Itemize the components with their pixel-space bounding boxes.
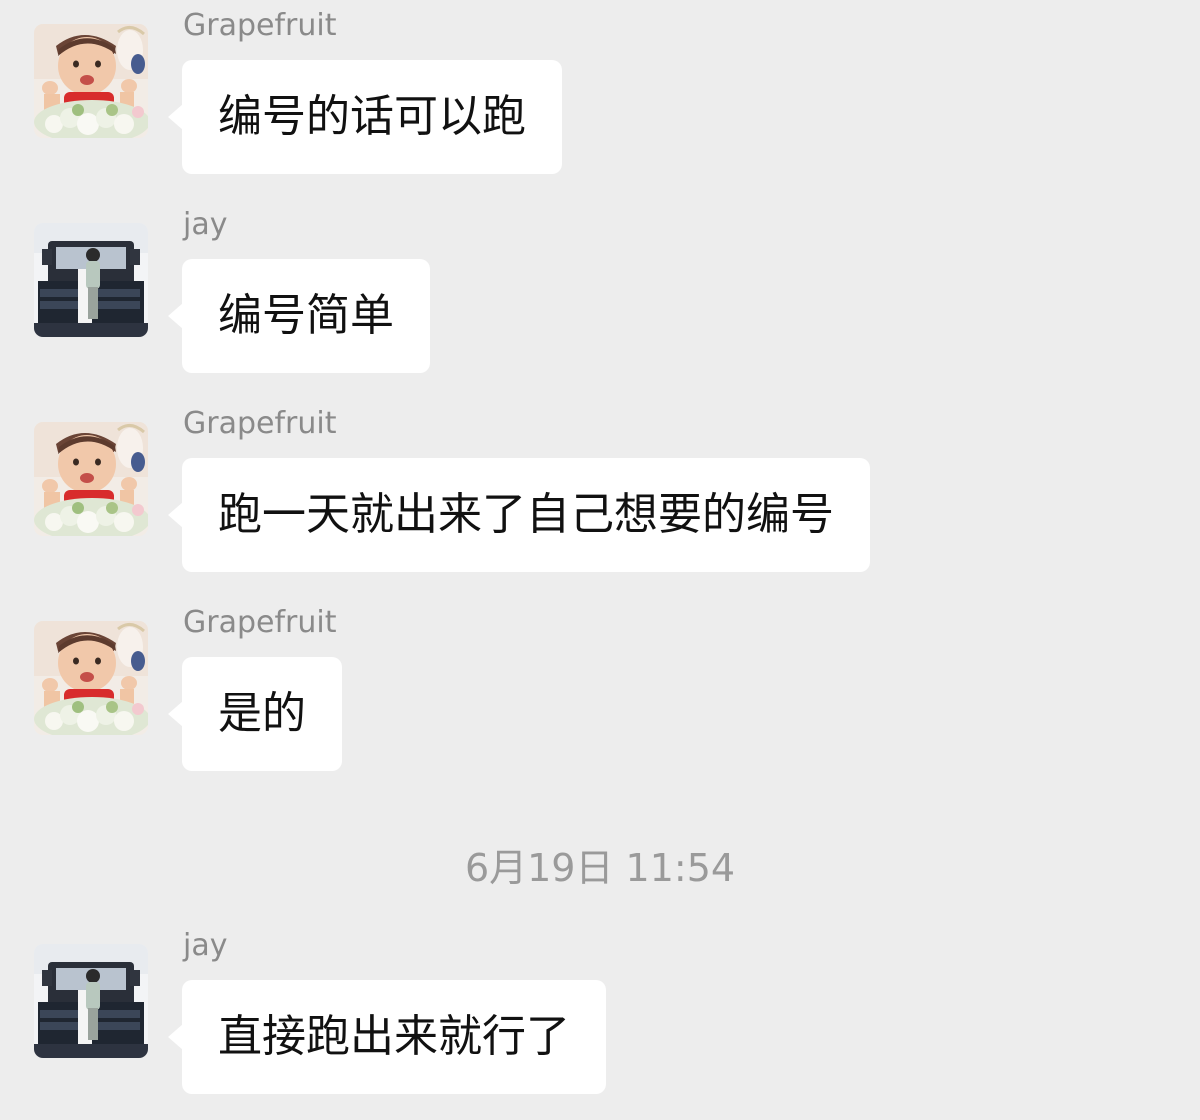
baby-photo-avatar-icon [34,24,148,138]
message-bubble[interactable]: 跑一天就出来了自己想要的编号 [168,458,870,572]
sender-name: Grapefruit [183,8,337,43]
sender-name: Grapefruit [183,605,337,640]
baby-photo-avatar-icon [34,621,148,735]
avatar[interactable] [34,422,148,536]
baby-photo-avatar-icon [34,422,148,536]
truck-photo-avatar-icon [34,223,148,337]
message-bubble[interactable]: 直接跑出来就行了 [168,980,606,1094]
message-bubble[interactable]: 编号的话可以跑 [168,60,562,174]
chat-timestamp: 6月19日 11:54 [464,846,736,890]
avatar[interactable] [34,944,148,1058]
avatar[interactable] [34,621,148,735]
avatar[interactable] [34,24,148,138]
sender-name: Grapefruit [183,406,337,441]
message-bubble[interactable]: 是的 [168,657,342,771]
message-bubble[interactable]: 编号简单 [168,259,430,373]
sender-name: jay [183,928,228,963]
sender-name: jay [183,207,228,242]
truck-photo-avatar-icon [34,944,148,1058]
avatar[interactable] [34,223,148,337]
